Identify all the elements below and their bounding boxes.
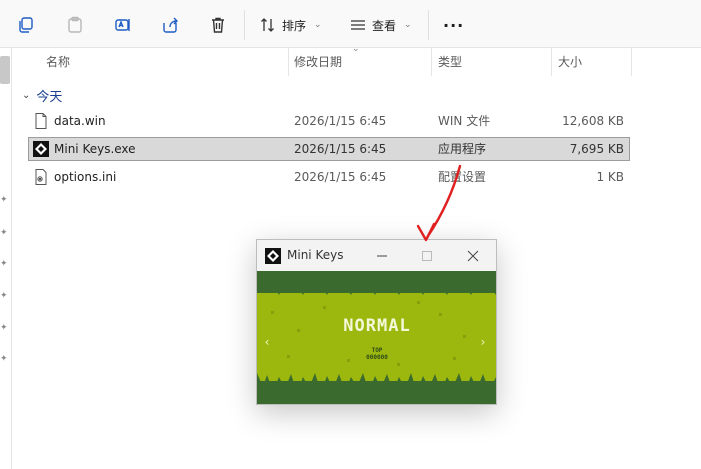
file-size: 12,608 KB xyxy=(562,114,624,128)
chevron-down-icon: ⌄ xyxy=(314,20,322,30)
file-name: Mini Keys.exe xyxy=(54,142,136,156)
pin-icon[interactable]: ✦ xyxy=(0,195,10,205)
file-row[interactable]: data.win 2026/1/15 6:45 WIN 文件 12,608 KB xyxy=(28,109,630,133)
view-label: 查看 xyxy=(372,18,397,33)
file-row[interactable]: options.ini 2026/1/15 6:45 配置设置 1 KB xyxy=(28,165,630,189)
more-options-button[interactable]: ··· xyxy=(443,13,464,37)
view-button[interactable]: 查看 ⌄ xyxy=(350,13,412,37)
mini-keys-title: Mini Keys xyxy=(287,248,344,262)
pin-icon[interactable]: ✦ xyxy=(0,323,10,333)
column-divider[interactable] xyxy=(631,48,632,76)
file-date: 2026/1/15 6:45 xyxy=(294,170,387,184)
red-arrow-annotation xyxy=(416,164,462,242)
settings-file-icon xyxy=(35,169,47,185)
next-mode-arrow-icon[interactable]: › xyxy=(481,335,486,349)
chevron-down-icon: ⌄ xyxy=(22,89,31,101)
mode-text: NORMAL xyxy=(343,316,410,336)
file-row-selected[interactable]: Mini Keys.exe 2026/1/15 6:45 应用程序 7,695 … xyxy=(28,137,630,161)
copy-icon[interactable] xyxy=(13,12,39,38)
file-name: data.win xyxy=(54,114,106,128)
file-date: 2026/1/15 6:45 xyxy=(294,142,387,156)
file-date: 2026/1/15 6:45 xyxy=(294,114,387,128)
toolbar-separator xyxy=(428,10,429,40)
file-icon xyxy=(35,113,47,129)
group-header-today[interactable]: ⌄ 今天 xyxy=(22,84,62,106)
prev-mode-arrow-icon[interactable]: ‹ xyxy=(265,335,270,349)
pin-icon[interactable]: ✦ xyxy=(0,354,10,364)
share-icon[interactable] xyxy=(158,12,184,38)
app-icon xyxy=(265,248,281,264)
rename-icon[interactable] xyxy=(110,12,136,38)
chevron-down-icon: ⌄ xyxy=(404,20,412,30)
game-canvas[interactable]: NORMAL TOP 000000 ‹ › xyxy=(257,271,496,404)
grass-field xyxy=(257,293,496,381)
top-score: 000000 xyxy=(366,354,388,361)
sort-button[interactable]: 排序 ⌄ xyxy=(260,13,322,37)
file-size: 1 KB xyxy=(596,170,624,184)
minimize-icon xyxy=(377,255,387,257)
maximize-icon xyxy=(422,251,432,261)
file-type: 应用程序 xyxy=(438,142,487,156)
scrollbar-thumb[interactable] xyxy=(0,56,10,84)
top-label: TOP xyxy=(372,347,383,354)
column-header-type[interactable]: 类型 xyxy=(432,48,551,76)
command-bar: 排序 ⌄ 查看 ⌄ ··· xyxy=(0,0,701,48)
app-icon xyxy=(33,141,49,157)
column-header-size[interactable]: 大小 xyxy=(552,48,631,76)
minimize-button[interactable] xyxy=(371,246,393,266)
close-icon xyxy=(467,250,479,262)
column-header-name[interactable]: 名称 xyxy=(40,48,288,76)
pin-icon[interactable]: ✦ xyxy=(0,259,10,269)
sort-label: 排序 xyxy=(282,18,307,33)
delete-icon[interactable] xyxy=(205,12,231,38)
file-size: 7,695 KB xyxy=(569,142,624,156)
toolbar-separator xyxy=(244,10,245,40)
file-name: options.ini xyxy=(54,170,117,184)
mini-keys-window[interactable]: Mini Keys NORMAL TOP 000000 ‹ › xyxy=(256,239,497,405)
sort-indicator-icon: ⌄ xyxy=(352,44,360,54)
sort-icon xyxy=(261,18,274,32)
group-label: 今天 xyxy=(36,89,63,105)
file-type: WIN 文件 xyxy=(438,114,491,128)
pin-icon[interactable]: ✦ xyxy=(0,228,10,238)
paste-icon[interactable] xyxy=(62,12,88,38)
pin-icon[interactable]: ✦ xyxy=(0,291,10,301)
view-icon xyxy=(351,20,365,30)
